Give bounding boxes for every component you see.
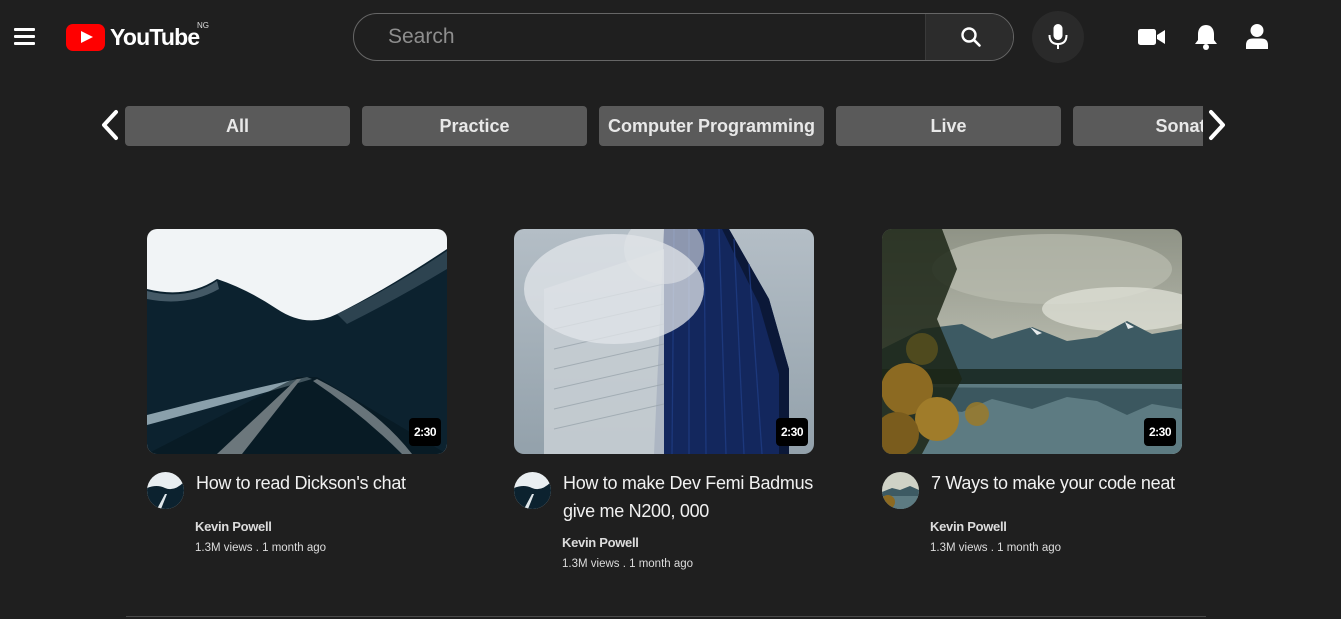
thumbnail-image	[882, 229, 1182, 454]
chevron-left-icon[interactable]	[96, 109, 122, 141]
avatar-image	[882, 472, 919, 509]
play-logo-icon	[66, 23, 105, 51]
user-icon[interactable]	[1244, 23, 1270, 51]
search-input[interactable]	[354, 14, 925, 60]
channel-avatar[interactable]	[514, 472, 551, 509]
voice-search-button[interactable]	[1032, 11, 1084, 63]
search-button[interactable]	[925, 14, 1013, 60]
masthead: YouTube NG	[0, 0, 1341, 76]
video-card[interactable]: 2:30 7 Ways to make your code neat Kevin…	[882, 229, 1182, 582]
channel-avatar[interactable]	[147, 472, 184, 509]
youtube-logo[interactable]: YouTube NG	[66, 21, 209, 52]
chip-live[interactable]: Live	[836, 106, 1061, 146]
avatar-image	[514, 472, 551, 509]
chevron-right-icon[interactable]	[1205, 109, 1231, 141]
chip-track: All Practice Computer Programming Live S…	[125, 106, 1203, 146]
search-icon	[961, 27, 981, 47]
video-card[interactable]: 2:30 How to read Dickson's chat Kevin Po…	[147, 229, 447, 582]
video-thumbnail[interactable]: 2:30	[514, 229, 814, 454]
chip-computer-programming[interactable]: Computer Programming	[599, 106, 824, 146]
video-title[interactable]: 7 Ways to make your code neat	[931, 469, 1186, 497]
duration-badge: 2:30	[408, 418, 441, 446]
video-title[interactable]: How to read Dickson's chat	[196, 469, 451, 497]
chip-all[interactable]: All	[125, 106, 350, 146]
video-details: How to make Dev Femi Badmus give me N200…	[514, 472, 814, 582]
channel-name[interactable]: Kevin Powell	[562, 535, 639, 550]
video-stats: 1.3M views . 1 month ago	[562, 558, 694, 570]
channel-name[interactable]: Kevin Powell	[930, 519, 1007, 534]
duration-badge: 2:30	[775, 418, 808, 446]
video-stats: 1.3M views . 1 month ago	[195, 542, 327, 554]
section-divider	[126, 616, 1206, 617]
search-bar	[353, 13, 1014, 61]
video-camera-icon[interactable]	[1137, 26, 1167, 48]
video-thumbnail[interactable]: 2:30	[147, 229, 447, 454]
channel-avatar[interactable]	[882, 472, 919, 509]
video-card[interactable]: 2:30 How to make Dev Femi Badmus give me…	[514, 229, 814, 582]
video-thumbnail[interactable]: 2:30	[882, 229, 1182, 454]
video-title[interactable]: How to make Dev Femi Badmus give me N200…	[563, 469, 818, 525]
channel-name[interactable]: Kevin Powell	[195, 519, 272, 534]
logo-text: YouTube	[110, 23, 200, 50]
video-stats: 1.3M views . 1 month ago	[930, 542, 1062, 554]
country-code: NG	[197, 21, 209, 30]
chip-sonata[interactable]: Sonata	[1073, 106, 1203, 146]
menu-icon[interactable]	[12, 25, 36, 47]
avatar-image	[147, 472, 184, 509]
microphone-icon	[1048, 24, 1068, 49]
thumbnail-image	[514, 229, 814, 454]
thumbnail-image	[147, 229, 447, 454]
chip-practice[interactable]: Practice	[362, 106, 587, 146]
duration-badge: 2:30	[1143, 418, 1176, 446]
video-details: 7 Ways to make your code neat Kevin Powe…	[882, 472, 1182, 582]
video-details: How to read Dickson's chat Kevin Powell …	[147, 472, 447, 582]
bell-icon[interactable]	[1193, 23, 1219, 51]
category-chip-bar: All Practice Computer Programming Live S…	[96, 100, 1236, 150]
